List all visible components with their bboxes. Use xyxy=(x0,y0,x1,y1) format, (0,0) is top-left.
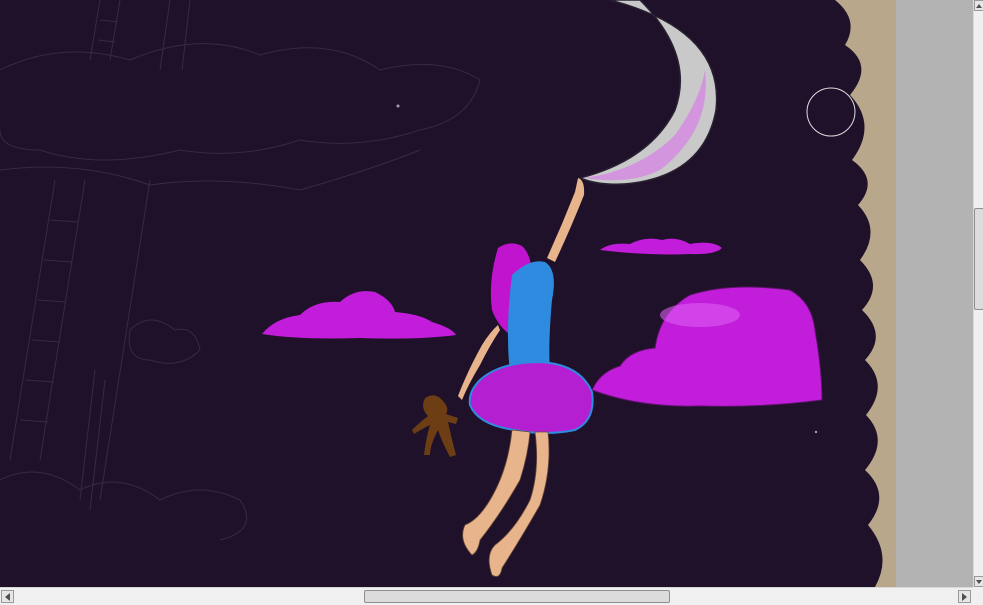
scrollbar-corner xyxy=(973,587,983,605)
horizontal-scroll-thumb[interactable] xyxy=(364,590,670,603)
scroll-left-button[interactable] xyxy=(1,590,14,603)
arrow-down-icon xyxy=(976,579,982,584)
vertical-scrollbar[interactable] xyxy=(973,0,983,587)
arrow-up-icon xyxy=(976,3,982,8)
vertical-scroll-thumb[interactable] xyxy=(974,208,983,310)
arrow-right-icon xyxy=(962,592,967,601)
scroll-right-button[interactable] xyxy=(958,590,971,603)
horizontal-scrollbar[interactable] xyxy=(0,587,973,605)
scroll-down-button[interactable] xyxy=(974,576,983,587)
scroll-up-button[interactable] xyxy=(974,0,983,11)
girl-dress-top xyxy=(507,261,554,372)
drawing-canvas[interactable] xyxy=(0,0,973,587)
arrow-left-icon xyxy=(5,592,10,601)
drawing-viewport[interactable] xyxy=(0,0,973,587)
